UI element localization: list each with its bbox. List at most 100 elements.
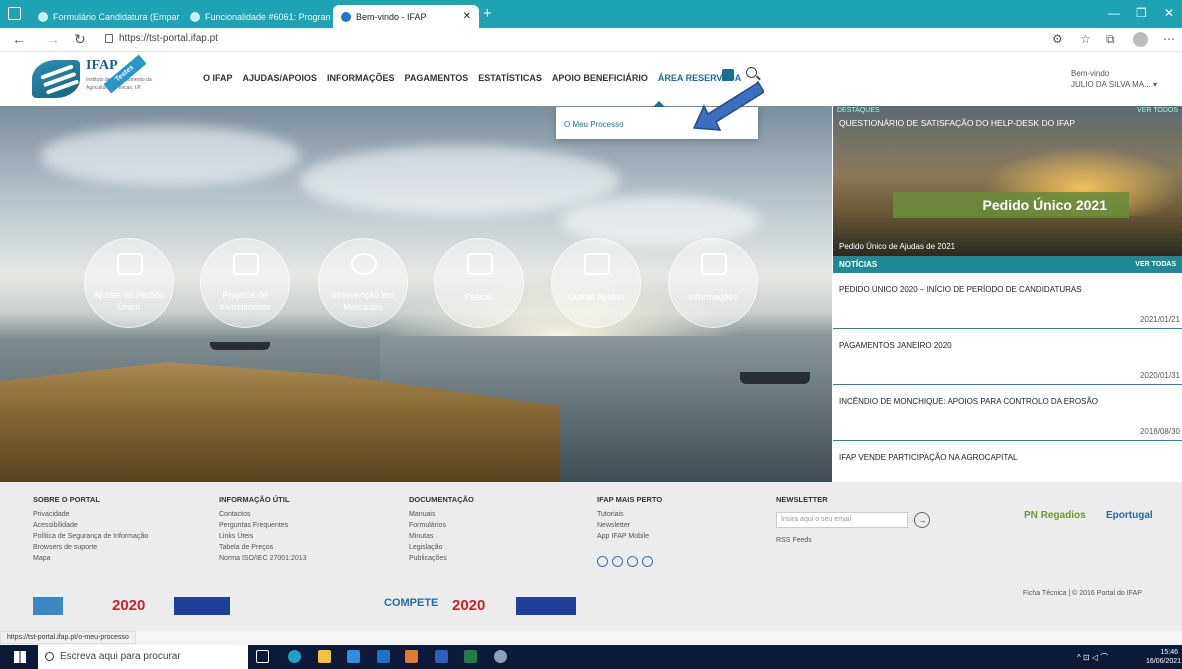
destaques-header: DESTAQUES VER TODOS xyxy=(833,106,1182,116)
word-icon[interactable] xyxy=(435,650,448,663)
url-text: https://tst-portal.ifap.pt xyxy=(119,33,218,44)
maximize-icon[interactable]: ❐ xyxy=(1136,6,1147,20)
footer-col-newsletter: NEWSLETTER xyxy=(776,494,828,509)
edge-icon[interactable] xyxy=(288,650,301,663)
file-explorer-icon[interactable] xyxy=(318,650,331,663)
footer-col-title: DOCUMENTAÇÃO xyxy=(409,495,474,504)
portugal-2020-logo: 2020 xyxy=(452,597,486,614)
refresh-icon[interactable]: ↻ xyxy=(74,31,86,48)
outlook-icon[interactable] xyxy=(405,650,418,663)
destaques-panel[interactable]: DESTAQUES VER TODOS QUESTIONÁRIO DE SATI… xyxy=(833,106,1182,256)
footer-link[interactable]: Política de Segurança de Informação xyxy=(33,531,148,542)
newsletter-submit-icon[interactable]: → xyxy=(914,512,930,528)
landscape-icon xyxy=(584,253,610,275)
footer-link[interactable]: Newsletter xyxy=(597,520,662,531)
taskbar-search[interactable]: Escreva aqui para procurar xyxy=(38,645,248,669)
footer-col-mais-perto: IFAP MAIS PERTO Tutoriais Newsletter App… xyxy=(597,494,662,542)
footer-link[interactable]: Acessibilidade xyxy=(33,520,148,531)
nav-ajudas-apoios[interactable]: AJUDAS/APOIOS xyxy=(243,73,318,83)
profile-avatar[interactable] xyxy=(1133,32,1148,47)
pdr-2020-logo xyxy=(33,597,63,615)
close-window-icon[interactable]: ✕ xyxy=(1164,6,1174,20)
close-tab-icon[interactable]: ✕ xyxy=(463,11,471,22)
youtube-icon[interactable] xyxy=(627,556,638,567)
system-tray-icons[interactable]: ^ ⊡ ◁ ⌒ xyxy=(1077,652,1108,663)
circle-intervencao-mercados[interactable]: Intervenção em Mercados xyxy=(318,238,408,328)
nav-pagamentos[interactable]: PAGAMENTOS xyxy=(405,73,469,83)
news-item[interactable]: PEDIDO ÚNICO 2020 – INÍCIO DE PERÍODO DE… xyxy=(833,273,1182,329)
user-menu[interactable]: Bem-vindo JULIO DA SILVA MA... ▾ xyxy=(1071,68,1157,90)
footer-link[interactable]: Formulários xyxy=(409,520,474,531)
logo-leaf-icon xyxy=(32,60,80,98)
footer-link[interactable]: Manuais xyxy=(409,509,474,520)
store-icon[interactable] xyxy=(347,650,360,663)
footer-link[interactable]: Publicações xyxy=(409,553,474,564)
forward-icon[interactable]: → xyxy=(46,31,60,47)
rss-feeds-link[interactable]: RSS Feeds xyxy=(776,537,812,544)
ver-todas-link[interactable]: VER TODAS xyxy=(1135,256,1176,273)
news-item[interactable]: INCÊNDIO DE MONCHIQUE: APOIOS PARA CONTR… xyxy=(833,385,1182,441)
taskbar-clock[interactable]: 15:46 16/06/2021 xyxy=(1146,648,1181,666)
twitter-icon[interactable] xyxy=(612,556,623,567)
footer-link[interactable]: Browsers de suporte xyxy=(33,542,148,553)
pn-regadios-logo[interactable]: PN Regadios xyxy=(1024,510,1086,521)
footer-link[interactable]: Perguntas Frequentes xyxy=(219,520,307,531)
url-field[interactable]: https://tst-portal.ifap.pt xyxy=(105,33,218,44)
facebook-icon[interactable] xyxy=(597,556,608,567)
translate-icon[interactable]: ⚙ xyxy=(1052,32,1063,46)
footer-link[interactable]: App IFAP Mobile xyxy=(597,531,662,542)
search-icon[interactable] xyxy=(746,67,757,78)
eportugal-logo[interactable]: Eportugal xyxy=(1106,510,1153,521)
footer-link[interactable]: Tutoriais xyxy=(597,509,662,520)
circle-outras-ajudas[interactable]: Outras Ajudas xyxy=(551,238,641,328)
footer-link[interactable]: Minutas xyxy=(409,531,474,542)
window-icon[interactable] xyxy=(8,7,21,20)
more-icon[interactable]: ⋯ xyxy=(1163,32,1175,46)
footer-link[interactable]: Mapa xyxy=(33,553,148,564)
news-item[interactable]: IFAP VENDE PARTICIPAÇÃO NA AGROCAPITAL xyxy=(833,441,1182,482)
app-icon[interactable] xyxy=(494,650,507,663)
footer-link[interactable]: Legislação xyxy=(409,542,474,553)
circle-pescas[interactable]: Pescas xyxy=(434,238,524,328)
footer-link[interactable]: Links Úteis xyxy=(219,531,307,542)
ver-todos-link[interactable]: VER TODOS xyxy=(1137,106,1178,116)
favicon-icon xyxy=(38,11,48,22)
mail-icon[interactable] xyxy=(377,650,390,663)
circle-informacoes[interactable]: Informações xyxy=(668,238,758,328)
tab-bem-vindo[interactable]: Bem-vindo - IFAP ✕ xyxy=(333,5,479,28)
circle-projetos-investimento[interactable]: Projetos de Investimento xyxy=(200,238,290,328)
annotation-arrow-icon xyxy=(692,80,764,131)
minimize-icon[interactable]: — xyxy=(1108,6,1120,20)
compete-logo: COMPETE xyxy=(384,597,439,609)
destaque-question[interactable]: QUESTIONÁRIO DE SATISFAÇÃO DO HELP-DESK … xyxy=(839,118,1075,128)
copyright[interactable]: Ficha Técnica | © 2016 Portal do IFAP xyxy=(1023,590,1142,597)
circle-label: Projetos de Investimento xyxy=(219,290,271,312)
site-header: IFAP Instituto de Financiamento da Agric… xyxy=(0,52,1182,106)
excel-icon[interactable] xyxy=(464,650,477,663)
ifap-logo[interactable]: IFAP Instituto de Financiamento da Agric… xyxy=(30,54,160,100)
new-tab-button[interactable]: + xyxy=(483,5,492,22)
news-item[interactable]: PAGAMENTOS JANEIRO 2020 2020/01/31 xyxy=(833,329,1182,385)
eu-flag-logo xyxy=(516,597,576,615)
back-icon[interactable]: ← xyxy=(12,31,26,47)
favorites-icon[interactable]: ☆ xyxy=(1080,32,1091,46)
id-card-icon xyxy=(701,253,727,275)
nav-o-ifap[interactable]: O IFAP xyxy=(203,73,233,83)
windows-start-icon[interactable] xyxy=(14,651,26,663)
tab-formulario[interactable]: Formulário Candidatura (Empar ✕ xyxy=(30,5,180,28)
tab-funcionalidade[interactable]: Funcionalidade #6061: Program ✕ xyxy=(182,5,330,28)
footer-link[interactable]: Tabela de Preços xyxy=(219,542,307,553)
task-view-icon[interactable] xyxy=(256,650,269,663)
footer-link[interactable]: Contactos xyxy=(219,509,307,520)
linkedin-icon[interactable] xyxy=(642,556,653,567)
collections-icon[interactable]: ⧉ xyxy=(1106,32,1115,47)
footer-link[interactable]: Norma ISO/IEC 27001:2013 xyxy=(219,553,307,564)
footer-link[interactable]: Privacidade xyxy=(33,509,148,520)
nav-apoio-beneficiario[interactable]: APOIO BENEFICIÁRIO xyxy=(552,73,648,83)
circle-ajudas-pedido-unico[interactable]: Ajudas no Pedido Único xyxy=(84,238,174,328)
newsletter-email-input[interactable]: Insira aqui o seu email xyxy=(776,512,908,528)
menu-item-o-meu-processo[interactable]: O Meu Processo xyxy=(564,120,624,129)
nav-informacoes[interactable]: INFORMAÇÕES xyxy=(327,73,395,83)
noticias-panel: NOTÍCIAS VER TODAS PEDIDO ÚNICO 2020 – I… xyxy=(833,256,1182,482)
nav-estatisticas[interactable]: ESTATÍSTICAS xyxy=(478,73,542,83)
